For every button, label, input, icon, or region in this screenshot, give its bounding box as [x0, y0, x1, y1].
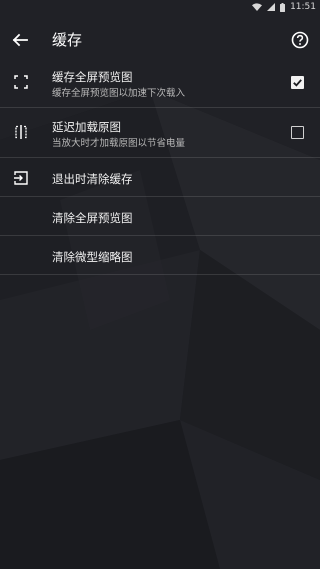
lazy-load-checkbox[interactable]: [291, 126, 304, 139]
check-icon: [293, 79, 302, 87]
exit-to-app-icon: [11, 168, 31, 188]
arrow-left-icon: [12, 33, 28, 47]
setting-title: 退出时清除缓存: [52, 172, 133, 186]
page-title: 缓存: [52, 31, 83, 49]
setting-title: 延迟加载原图: [52, 120, 121, 134]
cache-preview-checkbox[interactable]: [291, 76, 304, 89]
fullscreen-corners-icon: [11, 72, 31, 92]
setting-subtitle: 当放大时才加载原图以节省电量: [52, 138, 186, 149]
split-view-icon: [11, 122, 31, 142]
setting-clear-cache-on-exit[interactable]: 退出时清除缓存: [0, 158, 320, 197]
battery-icon: [280, 2, 286, 12]
signal-icon: [267, 3, 276, 11]
app-bar: 缓存: [0, 22, 320, 58]
help-button[interactable]: [288, 28, 312, 52]
setting-title: 清除全屏预览图: [52, 211, 133, 225]
wifi-icon: [252, 3, 263, 11]
setting-clear-fullscreen-previews[interactable]: 清除全屏预览图: [0, 197, 320, 236]
status-bar: 11:51: [0, 0, 320, 14]
setting-clear-thumbnails[interactable]: 清除微型缩略图: [0, 236, 320, 275]
setting-subtitle: 缓存全屏预览图以加速下次载入: [52, 88, 186, 99]
settings-list: 缓存全屏预览图 缓存全屏预览图以加速下次载入 延迟加载原图 当放大时才加载原图以…: [0, 58, 320, 275]
status-time: 11:51: [290, 2, 316, 12]
setting-title: 缓存全屏预览图: [52, 70, 133, 84]
setting-lazy-load-original[interactable]: 延迟加载原图 当放大时才加载原图以节省电量: [0, 108, 320, 158]
setting-title: 清除微型缩略图: [52, 250, 133, 264]
setting-cache-fullscreen-preview[interactable]: 缓存全屏预览图 缓存全屏预览图以加速下次载入: [0, 58, 320, 108]
help-circle-icon: [291, 31, 309, 49]
back-button[interactable]: [8, 28, 32, 52]
